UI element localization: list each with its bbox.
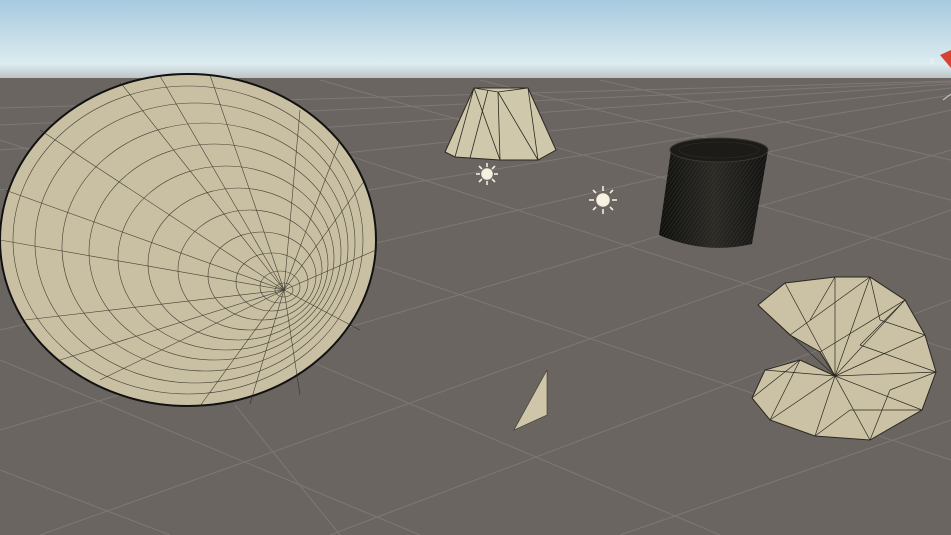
scene-canvas[interactable]	[0, 0, 951, 535]
sphere-mesh[interactable]	[0, 73, 377, 407]
cylinder-mesh[interactable]	[659, 137, 769, 248]
sun-icon[interactable]	[476, 163, 498, 185]
scene-viewport[interactable]: x	[0, 0, 951, 535]
gizmo-x-label: x	[929, 56, 935, 67]
sky-background	[0, 0, 951, 80]
sun-icon[interactable]	[589, 186, 617, 214]
